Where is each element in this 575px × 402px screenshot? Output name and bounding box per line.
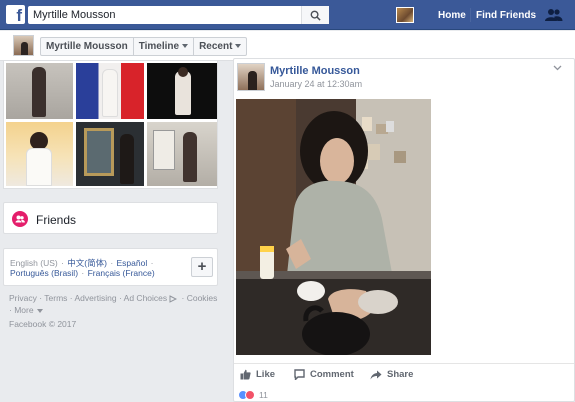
language-link-chinese[interactable]: 中文(简体)	[67, 258, 107, 268]
photo-thumbnail[interactable]	[147, 122, 217, 186]
top-navigation-bar: f Home Find Friends	[0, 0, 575, 30]
footer-link-ad-choices[interactable]: Ad Choices	[124, 293, 167, 303]
like-label: Like	[256, 369, 276, 380]
recent-dropdown[interactable]: Recent	[194, 38, 246, 55]
profile-avatar-thumbnail[interactable]	[396, 7, 414, 23]
search-button[interactable]	[301, 6, 329, 24]
post-author-name[interactable]: Myrtille Mousson	[270, 65, 360, 77]
love-reaction-icon	[245, 390, 255, 400]
search-box	[28, 6, 329, 24]
like-button[interactable]: Like	[240, 369, 275, 380]
photo-thumbnail[interactable]	[147, 63, 217, 119]
post-photo[interactable]	[236, 99, 431, 355]
profile-header-bar: Myrtille Mousson Timeline Recent	[0, 31, 575, 61]
friends-heading: Friends	[36, 213, 77, 227]
photos-grid	[3, 61, 218, 189]
comment-icon	[294, 369, 305, 380]
friends-section[interactable]: Friends	[3, 202, 218, 234]
ad-choices-icon	[169, 294, 178, 303]
photo-thumbnail[interactable]	[6, 122, 73, 186]
timeline-label: Timeline	[138, 41, 180, 52]
photo-thumbnail[interactable]	[6, 63, 73, 119]
footer-link-terms[interactable]: Terms	[44, 293, 67, 303]
reaction-count: 11	[259, 390, 268, 400]
language-link-french[interactable]: Français (France)	[88, 268, 155, 278]
footer-link-cookies[interactable]: Cookies	[187, 293, 218, 303]
divider	[470, 8, 471, 22]
photo-thumbnail[interactable]	[76, 63, 144, 119]
post-photo-illustration	[236, 99, 431, 355]
post-author-avatar[interactable]	[237, 63, 265, 91]
comment-label: Comment	[310, 369, 354, 380]
profile-nav-buttons: Myrtille Mousson Timeline Recent	[40, 37, 248, 56]
language-link-spanish[interactable]: Español	[117, 258, 148, 268]
footer-link-privacy[interactable]: Privacy	[9, 293, 37, 303]
friends-icon	[12, 211, 28, 227]
chevron-down-icon[interactable]	[553, 65, 562, 71]
footer-links: Privacy · Terms · Advertising · Ad Choic…	[9, 293, 218, 315]
photo-thumbnail[interactable]	[76, 122, 144, 186]
home-link[interactable]: Home	[438, 10, 466, 21]
comment-button[interactable]: Comment	[294, 369, 354, 380]
footer-link-advertising[interactable]: Advertising	[75, 293, 117, 303]
profile-avatar[interactable]	[13, 35, 34, 56]
friends-requests-icon[interactable]	[545, 8, 563, 22]
footer-link-more[interactable]: More	[14, 305, 33, 315]
add-language-button[interactable]: +	[191, 257, 213, 277]
search-icon	[310, 10, 321, 21]
like-icon	[240, 369, 251, 380]
share-label: Share	[387, 369, 414, 380]
timeline-dropdown[interactable]: Timeline	[134, 38, 195, 55]
current-language: English (US)	[10, 258, 58, 268]
facebook-logo[interactable]: f	[6, 5, 25, 24]
language-selector: English (US) · 中文(简体) · Español · Portug…	[3, 248, 218, 286]
chevron-down-icon	[36, 308, 43, 313]
chevron-down-icon	[235, 44, 242, 49]
share-button[interactable]: Share	[370, 369, 413, 380]
post-timestamp[interactable]: January 24 at 12:30am	[270, 79, 362, 89]
share-icon	[370, 370, 382, 379]
language-link-portuguese[interactable]: Português (Brasil)	[10, 268, 78, 278]
search-input[interactable]	[28, 6, 298, 24]
find-friends-link[interactable]: Find Friends	[476, 10, 536, 21]
copyright-text: Facebook © 2017	[9, 319, 77, 329]
recent-label: Recent	[199, 41, 233, 52]
profile-name-button[interactable]: Myrtille Mousson	[41, 38, 134, 55]
chevron-down-icon	[182, 44, 189, 49]
reactions-summary[interactable]: 11	[238, 390, 268, 400]
timeline-post: Myrtille Mousson January 24 at 12:30am L…	[233, 58, 575, 402]
post-actions-bar: Like Comment Share	[234, 363, 574, 385]
